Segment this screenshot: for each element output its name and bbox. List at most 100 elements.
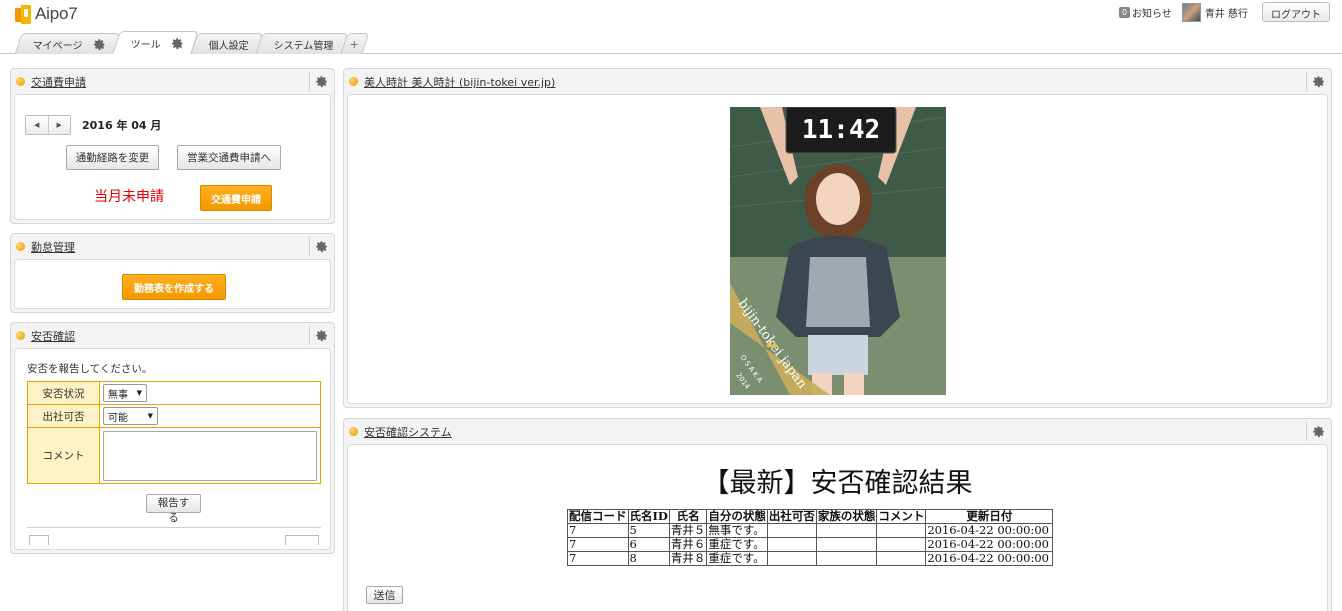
column-header: コメント <box>876 509 927 524</box>
logout-button[interactable]: ログアウト <box>1262 2 1330 22</box>
column-header: 氏名ID <box>627 509 670 524</box>
results-heading: 【最新】安否確認結果 <box>702 468 973 499</box>
gear-icon[interactable] <box>315 75 328 88</box>
app-logo[interactable]: Aipo7 <box>15 4 78 24</box>
notice-link[interactable]: お知らせ <box>1132 5 1172 20</box>
cell-own-status: 重症です。 <box>706 551 768 566</box>
cell-id: 5 <box>627 523 670 538</box>
month-label: 2016 年 04 月 <box>82 119 162 132</box>
cell-attend <box>766 523 817 538</box>
status-cell: 無事 ▼ <box>99 381 321 405</box>
gear-icon[interactable] <box>93 38 106 51</box>
cell-updated: 2016-04-22 00:00:00 <box>925 523 1054 538</box>
column-header: 更新日付 <box>925 509 1054 524</box>
column-header: 家族の状態 <box>815 509 878 524</box>
gear-icon[interactable] <box>315 240 328 253</box>
portlet-title[interactable]: 美人時計 美人時計 (bijin-tokei ver.jp) <box>364 74 555 90</box>
portlet-header: 交通費申請 <box>11 69 334 94</box>
clock-photo[interactable]: 11:42 bijin-tokei japan OSAKA 2014 <box>730 107 946 395</box>
safety-prompt: 安否を報告してください。 <box>27 363 153 375</box>
safety-form: 安否状況 無事 ▼ 出社可否 可能 ▼ コメント <box>27 381 321 484</box>
portlet-settings[interactable] <box>1306 72 1330 91</box>
portlet-body: 勤務表を作成する <box>14 259 331 309</box>
chevron-down-icon: ▼ <box>147 412 153 420</box>
cell-own-status: 無事です。 <box>706 523 768 538</box>
attend-cell: 可能 ▼ <box>99 404 321 428</box>
attend-label: 出社可否 <box>27 404 100 428</box>
cell-code: 7 <box>567 537 629 552</box>
portlet-header: 安否確認 <box>11 323 334 348</box>
notice-count-badge[interactable]: 0 <box>1119 6 1130 18</box>
attend-select-value: 可能 <box>108 412 128 424</box>
clock-time: 11:42 <box>802 115 880 145</box>
user-name[interactable]: 青井 慈行 <box>1205 5 1248 20</box>
send-button[interactable]: 送信 <box>366 586 403 604</box>
tab-personal-settings[interactable]: 個人設定 <box>190 33 264 54</box>
safety-portlet: 安否確認 安否を報告してください。 安否状況 無事 ▼ 出社可否 可能 ▼ コメ… <box>10 322 335 554</box>
column-header: 配信コード <box>567 509 629 524</box>
portlet-title[interactable]: 交通費申請 <box>31 74 86 90</box>
portlet-settings[interactable] <box>309 72 333 91</box>
gear-icon[interactable] <box>171 37 184 50</box>
photo-shorts <box>808 335 868 375</box>
comment-label: コメント <box>27 427 100 484</box>
portlet-bullet-icon <box>16 77 25 86</box>
change-route-button[interactable]: 通勤経路を変更 <box>66 145 159 170</box>
cell-updated: 2016-04-22 00:00:00 <box>925 551 1054 566</box>
portlet-bullet-icon <box>16 242 25 251</box>
portlet-title[interactable]: 安否確認システム <box>364 424 452 440</box>
status-label: 安否状況 <box>27 381 100 405</box>
cell-id: 8 <box>627 551 670 566</box>
tab-tools[interactable]: ツール <box>112 31 199 54</box>
apply-expense-button[interactable]: 交通費申請 <box>200 185 272 211</box>
cell-comment <box>876 551 927 566</box>
column-header: 出社可否 <box>766 509 817 524</box>
portlet-header: 美人時計 美人時計 (bijin-tokei ver.jp) <box>344 69 1331 94</box>
divider <box>27 527 321 528</box>
portlet-settings[interactable] <box>309 326 333 345</box>
cell-attend <box>766 551 817 566</box>
portlet-header: 勤怠管理 <box>11 234 334 259</box>
column-header: 自分の状態 <box>706 509 768 524</box>
app-header: Aipo7 0 お知らせ 青井 慈行 ログアウト マイページ ツール 個人設定 … <box>0 0 1342 54</box>
cell-name: 青井８ <box>668 551 708 566</box>
portlet-bullet-icon <box>16 331 25 340</box>
gear-icon[interactable] <box>315 329 328 342</box>
portlet-header: 安否確認システム <box>344 419 1331 444</box>
portlet-settings[interactable] <box>309 237 333 256</box>
portlet-title[interactable]: 安否確認 <box>31 328 75 344</box>
photo-leg-right <box>844 373 864 395</box>
plus-icon: + <box>349 37 359 51</box>
report-button[interactable]: 報告する <box>146 494 201 524</box>
cell-attend <box>766 537 817 552</box>
next-month-icon[interactable]: ▶ <box>47 116 71 134</box>
gear-icon[interactable] <box>1312 425 1325 438</box>
tab-system-admin[interactable]: システム管理 <box>255 33 348 54</box>
portlet-settings[interactable] <box>1306 422 1330 441</box>
cell-family <box>815 537 878 552</box>
cell-family <box>815 523 878 538</box>
comment-textarea[interactable] <box>103 430 317 481</box>
cell-own-status: 重症です。 <box>706 537 768 552</box>
portlet-body: 【最新】安否確認結果 配信コード 氏名ID 氏名 自分の状態 出社可否 家族の状… <box>347 444 1328 611</box>
table-row: 7 6 青井６ 重症です。 2016-04-22 00:00:00 <box>567 537 1054 552</box>
month-navigator: ◀ ▶ <box>25 115 71 135</box>
status-select[interactable]: 無事 ▼ <box>103 384 147 402</box>
logo-text: Aipo7 <box>35 4 78 23</box>
tab-label: 個人設定 <box>208 40 249 52</box>
attend-select[interactable]: 可能 ▼ <box>103 407 158 425</box>
tab-mypage[interactable]: マイページ <box>14 33 121 54</box>
sales-expense-button[interactable]: 営業交通費申請へ <box>177 145 281 170</box>
portlet-body: 11:42 bijin-tokei japan OSAKA 2014 <box>347 94 1328 404</box>
cell-name: 青井５ <box>668 523 708 538</box>
pager-prev[interactable] <box>29 535 49 545</box>
portlet-bullet-icon <box>349 427 358 436</box>
portlet-bullet-icon <box>349 77 358 86</box>
prev-month-icon[interactable]: ◀ <box>26 116 48 134</box>
avatar[interactable] <box>1181 2 1201 22</box>
gear-icon[interactable] <box>1312 75 1325 88</box>
portlet-title[interactable]: 勤怠管理 <box>31 239 75 255</box>
cell-code: 7 <box>567 551 629 566</box>
pager-next[interactable] <box>285 535 319 545</box>
create-timesheet-button[interactable]: 勤務表を作成する <box>122 274 226 300</box>
